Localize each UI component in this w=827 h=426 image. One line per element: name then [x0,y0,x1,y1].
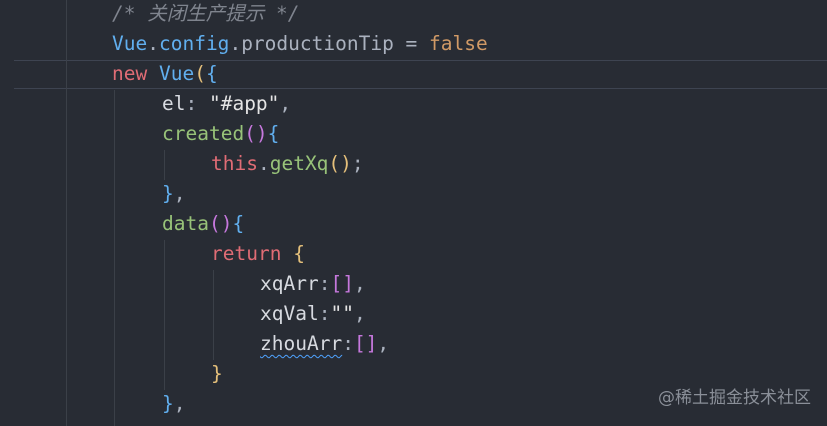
code-token: () [328,152,352,175]
code-token: { [232,212,245,235]
code-token: Vue [112,32,148,55]
code-token: xqVal [260,302,319,325]
code-line[interactable]: el: "#app", [162,89,291,119]
code-token: ; [351,152,364,175]
code-token: data [162,212,209,235]
indent-guide [164,240,165,390]
code-token: xqArr [260,272,319,295]
code-editor[interactable]: /* 关闭生产提示 */Vue.config.productionTip = f… [0,0,827,426]
code-token: ( [194,62,206,85]
code-token: /* 关闭生产提示 */ [112,2,300,25]
watermark: @稀土掘金技术社区 [658,388,811,408]
code-token: } [211,362,223,385]
indent-guide [164,150,165,180]
code-token: , [279,92,292,115]
code-token: this [211,152,258,175]
code-token: new [112,62,148,85]
code-token: { [267,122,280,145]
code-token: () [208,212,233,235]
code-line[interactable]: /* 关闭生产提示 */ [112,0,299,29]
code-line[interactable]: this.getXq(); [211,149,364,179]
code-token: } [162,392,174,415]
code-line[interactable]: xqVal:"", [260,299,366,329]
code-token: , [377,332,390,355]
code-token: getXq [269,152,329,175]
code-token: , [353,302,366,325]
code-line[interactable]: xqArr:[], [260,269,366,299]
code-token: productionTip [241,32,394,55]
code-token: Vue [158,62,195,85]
code-line[interactable]: } [211,359,223,389]
code-line[interactable]: zhouArr:[], [260,329,389,359]
code-token: () [244,122,268,145]
code-line[interactable]: created(){ [162,119,279,149]
code-token: . [229,32,242,55]
indent-guide [213,270,214,360]
code-token: : [318,272,331,295]
code-line[interactable]: }, [162,179,186,209]
code-token: "" [330,302,354,325]
code-token: : [185,92,209,115]
code-token: : [342,332,354,355]
code-token: return [211,242,282,265]
code-token: . [257,152,270,175]
code-token: : [318,302,331,325]
code-token: , [353,272,366,295]
code-token: "#app" [208,92,280,115]
code-token: [] [330,272,354,295]
code-token: , [173,392,186,415]
code-token: . [147,32,159,55]
code-token: el [162,92,186,115]
code-token: zhouArr [260,332,343,355]
code-token: { [293,242,305,265]
code-token: { [205,62,218,85]
indent-guide [114,90,115,426]
code-line[interactable]: new Vue({ [112,59,218,89]
code-line[interactable]: return { [211,239,305,269]
code-token: created [162,122,245,145]
indent-guide [66,0,67,426]
code-line[interactable]: data(){ [162,209,244,239]
code-token: config [158,32,230,55]
code-line[interactable]: }, [162,389,186,419]
code-token: false [429,32,488,55]
code-token: , [173,182,186,205]
code-token: = [393,32,430,55]
code-token: [] [353,332,378,355]
code-line[interactable]: Vue.config.productionTip = false [112,29,488,59]
code-token: } [162,182,174,205]
